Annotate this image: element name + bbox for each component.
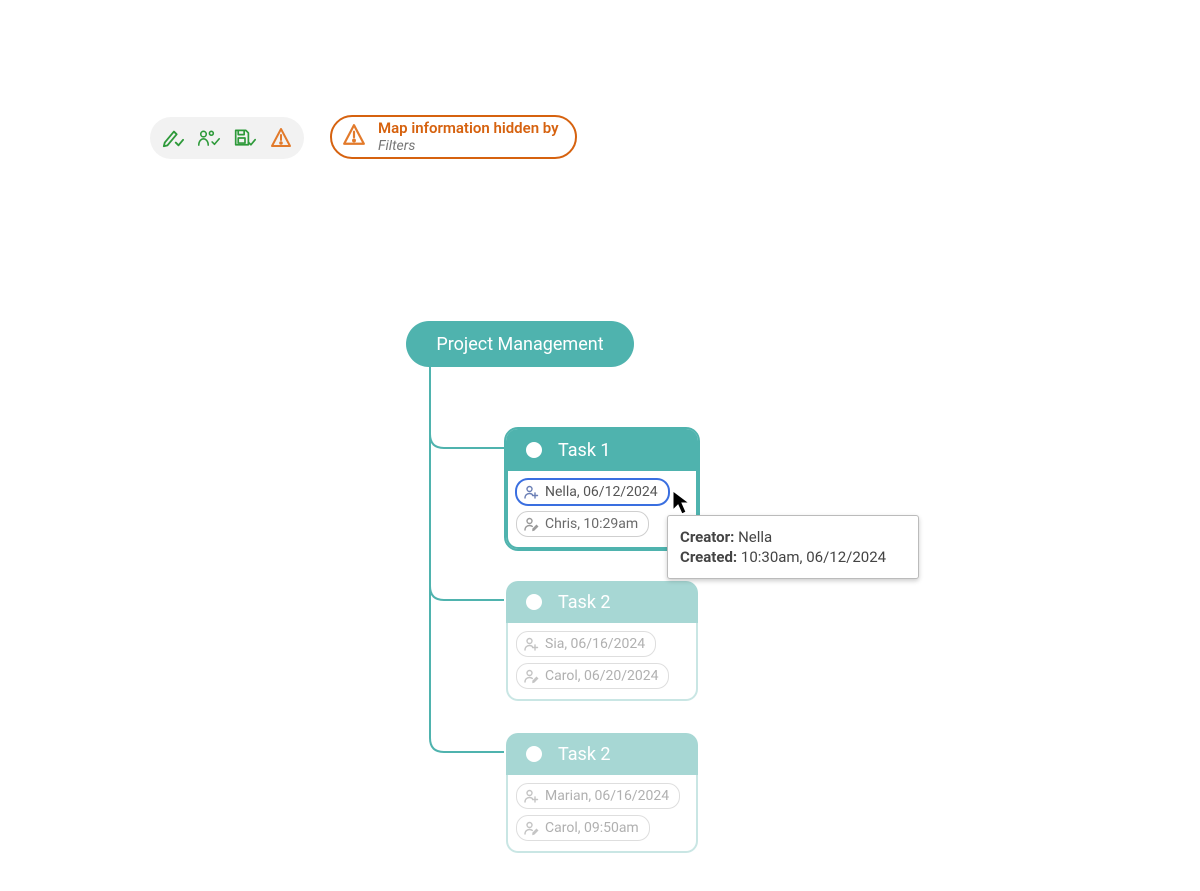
person-add-icon [523, 484, 539, 500]
edit-check-icon[interactable] [162, 127, 184, 149]
person-chip-label: Nella, 06/12/2024 [545, 484, 658, 500]
people-check-icon[interactable] [198, 127, 220, 149]
task-title: Task 2 [558, 744, 611, 765]
person-chip[interactable]: Chris, 10:29am [516, 511, 649, 537]
task-header[interactable]: Task 2 [506, 733, 698, 775]
tooltip-value: 10:30am, 06/12/2024 [741, 548, 886, 566]
task-dot-icon [526, 442, 542, 458]
task-body: Marian, 06/16/2024 Carol, 09:50am [506, 775, 698, 853]
root-node[interactable]: Project Management [406, 321, 634, 367]
person-chip[interactable]: Marian, 06/16/2024 [516, 783, 680, 809]
task-dot-icon [526, 746, 542, 762]
person-chip[interactable]: Nella, 06/12/2024 [516, 479, 669, 505]
person-edit-icon [523, 516, 539, 532]
tooltip-key: Creator: [680, 528, 734, 546]
person-chip-label: Sia, 06/16/2024 [545, 636, 645, 652]
filter-warning-chip[interactable]: Map information hidden by Filters [330, 115, 577, 159]
task-dot-icon [526, 594, 542, 610]
task-title: Task 1 [558, 440, 611, 461]
person-chip[interactable]: Carol, 06/20/2024 [516, 663, 669, 689]
warning-icon[interactable] [270, 127, 292, 149]
person-chip[interactable]: Carol, 09:50am [516, 815, 650, 841]
toolbar [150, 117, 304, 159]
person-chip-label: Carol, 06/20/2024 [545, 668, 658, 684]
person-edit-icon [523, 668, 539, 684]
filter-warning-text: Map information hidden by Filters [378, 120, 559, 153]
person-chip-label: Carol, 09:50am [545, 820, 639, 836]
task-header[interactable]: Task 2 [506, 581, 698, 623]
task-title: Task 2 [558, 592, 611, 613]
person-chip[interactable]: Sia, 06/16/2024 [516, 631, 656, 657]
person-chip-label: Marian, 06/16/2024 [545, 788, 669, 804]
save-check-icon[interactable] [234, 127, 256, 149]
cursor-icon [672, 490, 694, 516]
person-add-icon [523, 636, 539, 652]
task-header[interactable]: Task 1 [506, 429, 698, 471]
person-edit-icon [523, 820, 539, 836]
root-node-label: Project Management [436, 334, 603, 355]
task-body: Sia, 06/16/2024 Carol, 06/20/2024 [506, 623, 698, 701]
person-add-icon [523, 788, 539, 804]
task-card-2[interactable]: Task 2 Sia, 06/16/2024 Carol, 06/20/2024 [504, 579, 700, 703]
warning-icon [342, 123, 366, 151]
person-chip-label: Chris, 10:29am [545, 516, 638, 532]
tooltip-key: Created: [680, 548, 737, 566]
task-card-3[interactable]: Task 2 Marian, 06/16/2024 Carol, 09:50am [504, 731, 700, 855]
hover-tooltip: Creator: Nella Created: 10:30am, 06/12/2… [667, 515, 919, 579]
tooltip-value: Nella [738, 528, 772, 546]
